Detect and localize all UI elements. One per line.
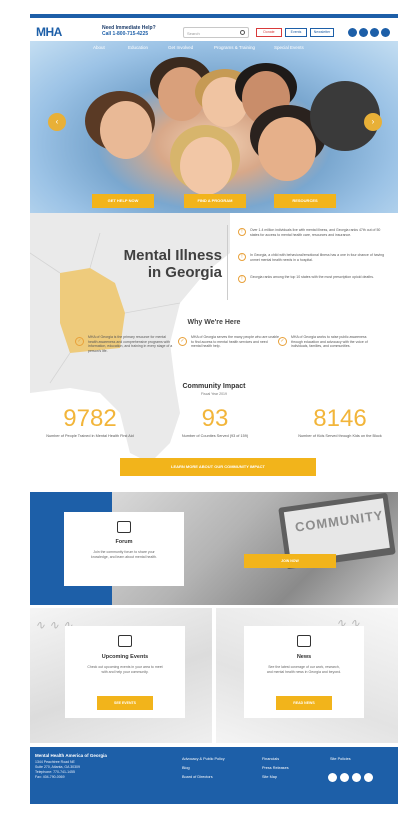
footer-link-sitemap[interactable]: Site Map bbox=[262, 773, 289, 782]
events-description: Check out upcoming events in your area t… bbox=[87, 665, 163, 674]
community-impact-button[interactable]: LEARN MORE ABOUT OUR COMMUNITY IMPACT bbox=[120, 458, 316, 476]
stat-value: 8146 bbox=[313, 405, 367, 432]
donate-button[interactable]: Donate bbox=[256, 28, 282, 37]
mental-illness-title-line1: Mental Illness bbox=[123, 247, 222, 264]
site-footer: Mental Health America of Georgia 1344 Pe… bbox=[30, 747, 398, 804]
linkedin-icon[interactable] bbox=[381, 28, 390, 37]
news-description: See the latest coverage of our work, res… bbox=[266, 665, 342, 674]
forum-section: COMMUNITY Forum Join the community forum… bbox=[30, 492, 398, 605]
mental-illness-title-line2: in Georgia bbox=[147, 264, 222, 281]
fact-text: Georgia ranks among the top 10 states wi… bbox=[250, 275, 374, 279]
footer-links-col3: Site Policies bbox=[330, 755, 351, 764]
community-impact-subtitle: Fiscal Year 2019 bbox=[201, 392, 227, 396]
events-title: Upcoming Events bbox=[101, 654, 149, 660]
info-icon: ! bbox=[238, 228, 246, 236]
help-hotline: Need Immediate Help? Call 1-800-715-4225 bbox=[102, 25, 156, 37]
help-phone[interactable]: Call 1-800-715-4225 bbox=[102, 31, 156, 37]
footer-link-financials[interactable]: Financials bbox=[262, 755, 289, 764]
check-circle-icon: ✓ bbox=[278, 337, 287, 346]
info-icon: ! bbox=[238, 253, 246, 261]
footer-org-name: Mental Health America of Georgia bbox=[35, 753, 107, 758]
hero-person-face bbox=[258, 117, 316, 181]
hero-carousel: About Education Get Involved Programs & … bbox=[30, 41, 398, 213]
events-section: ∿ ∿ ∿ Upcoming Events Check out upcoming… bbox=[30, 608, 212, 743]
hero-person-face bbox=[100, 101, 152, 159]
stat-counties-served: 93 Number of Counties Served (93 of 159) bbox=[160, 406, 270, 439]
news-title: News bbox=[296, 654, 312, 660]
info-icon: ! bbox=[238, 275, 246, 283]
footer-address: 1344 Peachtree Road NE Suite 270, Atlant… bbox=[35, 760, 80, 780]
logo-text: MHA bbox=[36, 25, 62, 39]
newsletter-button[interactable]: Newsletter bbox=[310, 28, 334, 37]
read-news-button[interactable]: READ NEWS bbox=[276, 696, 332, 710]
page: MHA Mental Health America of Georgia Nee… bbox=[30, 14, 398, 804]
forum-description: Join the community forum to share your k… bbox=[91, 550, 157, 559]
nav-special-events[interactable]: Special Events bbox=[274, 45, 304, 50]
stat-label: Number of People Trained in Mental Healt… bbox=[46, 434, 134, 438]
facebook-icon[interactable] bbox=[340, 773, 349, 782]
why-text: MHA of Georgia is the primary resource f… bbox=[88, 335, 173, 353]
forum-card: Forum Join the community forum to share … bbox=[64, 512, 184, 586]
check-circle-icon: ✓ bbox=[75, 337, 84, 346]
news-section: ∿ ∿ News See the latest coverage of our … bbox=[216, 608, 398, 743]
mental-illness-title: Mental Illness in Georgia bbox=[112, 247, 222, 281]
footer-link-advocacy[interactable]: Advocacy & Public Policy bbox=[182, 755, 225, 764]
footer-links-col1: Advocacy & Public Policy Blog Board of D… bbox=[182, 755, 225, 782]
nav-get-involved[interactable]: Get Involved bbox=[168, 45, 193, 50]
stat-value: 9782 bbox=[63, 405, 117, 432]
stat-kids-served: 8146 Number of Kids Served through Kids … bbox=[285, 406, 395, 439]
see-events-button[interactable]: SEE EVENTS bbox=[97, 696, 153, 710]
join-forum-button[interactable]: JOIN NOW bbox=[244, 554, 336, 568]
footer-links-col2: Financials Press Releases Site Map bbox=[262, 755, 289, 782]
forum-title: Forum bbox=[115, 539, 133, 545]
community-impact-title: Community Impact bbox=[182, 383, 246, 390]
newspaper-icon bbox=[297, 635, 311, 647]
news-card: News See the latest coverage of our work… bbox=[244, 626, 364, 718]
why-text: MHA of Georgia works to raise public awa… bbox=[291, 335, 368, 348]
nav-education[interactable]: Education bbox=[128, 45, 148, 50]
get-help-now-button[interactable]: GET HELP NOW bbox=[92, 194, 154, 208]
footer-link-site-policies[interactable]: Site Policies bbox=[330, 755, 351, 764]
search-placeholder: Search bbox=[187, 31, 200, 36]
find-a-program-button[interactable]: FIND A PROGRAM bbox=[184, 194, 246, 208]
stat-label: Number of Kids Served through Kids on th… bbox=[298, 434, 382, 438]
footer-link-press[interactable]: Press Releases bbox=[262, 764, 289, 773]
footer-link-blog[interactable]: Blog bbox=[182, 764, 225, 773]
mental-illness-section: Mental Illness in Georgia ! Over 1.4 mil… bbox=[30, 213, 398, 488]
footer-fax: Fax: 404-790-0069 bbox=[35, 775, 65, 779]
instagram-icon[interactable] bbox=[370, 28, 379, 37]
footer-link-board[interactable]: Board of Directors bbox=[182, 773, 225, 782]
calendar-icon bbox=[118, 635, 132, 647]
twitter-icon[interactable] bbox=[328, 773, 337, 782]
search-icon[interactable] bbox=[240, 30, 245, 35]
facebook-icon[interactable] bbox=[348, 28, 357, 37]
stat-label: Number of Counties Served (93 of 159) bbox=[181, 434, 249, 438]
events-card: Upcoming Events Check out upcoming event… bbox=[65, 626, 185, 718]
nav-about[interactable]: About bbox=[93, 45, 105, 50]
resources-button[interactable]: RESOURCES bbox=[274, 194, 336, 208]
divider bbox=[227, 225, 228, 300]
rss-icon[interactable] bbox=[364, 773, 373, 782]
nav-programs-training[interactable]: Programs & Training bbox=[214, 45, 255, 50]
events-button[interactable]: Events bbox=[285, 28, 307, 37]
instagram-icon[interactable] bbox=[352, 773, 361, 782]
twitter-icon[interactable] bbox=[359, 28, 368, 37]
fact-text: In Georgia, a child with behavioral/emot… bbox=[250, 253, 385, 262]
stat-people-trained: 9782 Number of People Trained in Mental … bbox=[35, 406, 145, 439]
hero-person-face bbox=[180, 137, 232, 195]
why-text: MHA of Georgia serves the many people wh… bbox=[191, 335, 279, 348]
fact-text: Over 1.4 million individuals live with m… bbox=[250, 228, 381, 237]
search-input[interactable]: Search bbox=[183, 27, 249, 38]
carousel-next-button[interactable]: › bbox=[364, 113, 382, 131]
carousel-prev-button[interactable]: ‹ bbox=[48, 113, 66, 131]
chat-bubbles-icon bbox=[117, 521, 131, 533]
main-nav: About Education Get Involved Programs & … bbox=[30, 41, 398, 55]
stat-value: 93 bbox=[201, 405, 229, 432]
why-were-here-title: Why We're Here bbox=[187, 319, 241, 326]
check-circle-icon: ✓ bbox=[178, 337, 187, 346]
